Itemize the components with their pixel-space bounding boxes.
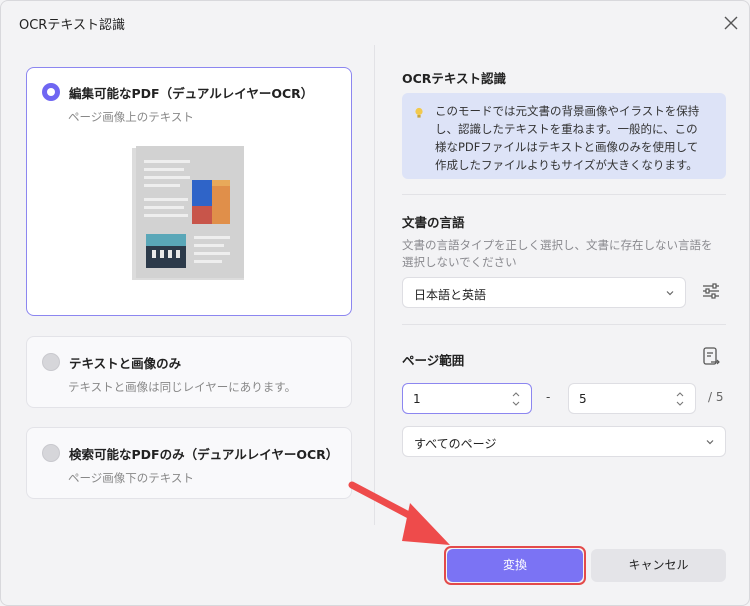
page-range-icon[interactable] xyxy=(701,346,721,368)
language-select[interactable]: 日本語と英語 xyxy=(402,277,686,308)
divider xyxy=(402,194,726,195)
page-scope-select[interactable]: すべてのページ xyxy=(402,426,726,457)
info-line: このモードでは元文書の背景画像やイラストを保持 xyxy=(435,104,700,118)
chevron-down-icon xyxy=(666,291,674,296)
radio-button-selected[interactable] xyxy=(42,83,60,101)
info-line: し、認識したテキストを重ねます。一般的に、この xyxy=(435,122,698,136)
dialog-title: OCRテキスト認識 xyxy=(19,18,125,33)
desc-line: 選択しないでください xyxy=(402,255,517,269)
annotation-arrow-icon xyxy=(348,481,450,545)
language-heading: 文書の言語 xyxy=(402,215,465,230)
range-separator: - xyxy=(546,390,551,404)
settings-panel: OCRテキスト認識 このモードでは元文書の背景画像やイラストを保持 し、認識した… xyxy=(374,45,749,525)
option-title: テキストと画像のみ xyxy=(69,356,182,371)
cancel-button[interactable]: キャンセル xyxy=(591,549,726,582)
ocr-dialog: OCRテキスト認識 編集可能なPDF（デュアルレイヤーOCR） ページ画像上のテ… xyxy=(0,0,750,606)
option-subtitle: ページ画像上のテキスト xyxy=(68,110,194,124)
page-to-input[interactable]: 5 xyxy=(568,383,696,414)
option-title: 検索可能なPDFのみ（デュアルレイヤーOCR） xyxy=(69,447,339,462)
option-text-and-images[interactable]: テキストと画像のみ テキストと画像は同じレイヤーにあります。 xyxy=(26,336,352,408)
option-editable-pdf[interactable]: 編集可能なPDF（デュアルレイヤーOCR） ページ画像上のテキスト xyxy=(26,67,352,316)
chevron-down-icon xyxy=(706,440,714,445)
convert-button[interactable]: 変換 xyxy=(447,549,583,582)
language-selected-value: 日本語と英語 xyxy=(414,288,487,302)
title-bar: OCRテキスト認識 xyxy=(1,1,749,45)
divider xyxy=(402,324,726,325)
info-box: このモードでは元文書の背景画像やイラストを保持 し、認識したテキストを重ねます。… xyxy=(402,93,726,179)
document-preview-illustration xyxy=(132,146,244,280)
option-searchable-pdf[interactable]: 検索可能なPDFのみ（デュアルレイヤーOCR） ページ画像下のテキスト xyxy=(26,427,352,499)
ocr-heading: OCRテキスト認識 xyxy=(402,71,507,86)
radio-button[interactable] xyxy=(42,444,60,462)
language-settings-icon[interactable] xyxy=(697,277,725,305)
page-total: / 5 xyxy=(708,390,724,404)
language-description: 文書の言語タイプを正しく選択し、文書に存在しない言語を 選択しないでください xyxy=(402,237,728,271)
info-line: 作成したファイルよりもサイズが大きくなります。 xyxy=(435,158,698,172)
close-icon[interactable] xyxy=(719,11,743,35)
option-subtitle: テキストと画像は同じレイヤーにあります。 xyxy=(68,380,297,394)
stepper-icon[interactable] xyxy=(511,389,521,409)
info-text: このモードでは元文書の背景画像やイラストを保持 し、認識したテキストを重ねます。… xyxy=(435,102,721,174)
option-subtitle: ページ画像下のテキスト xyxy=(68,471,194,485)
lightbulb-icon xyxy=(415,107,423,118)
page-to-value: 5 xyxy=(579,392,587,406)
page-range-heading: ページ範囲 xyxy=(402,353,465,368)
desc-line: 文書の言語タイプを正しく選択し、文書に存在しない言語を xyxy=(402,238,713,252)
stepper-icon[interactable] xyxy=(675,389,685,409)
page-from-input[interactable]: 1 xyxy=(402,383,532,414)
page-scope-value: すべてのページ xyxy=(414,437,497,451)
option-title: 編集可能なPDF（デュアルレイヤーOCR） xyxy=(69,86,314,101)
radio-button[interactable] xyxy=(42,353,60,371)
info-line: 様なPDFファイルはテキストと画像のみを使用して xyxy=(435,140,699,154)
page-from-value: 1 xyxy=(413,392,421,406)
